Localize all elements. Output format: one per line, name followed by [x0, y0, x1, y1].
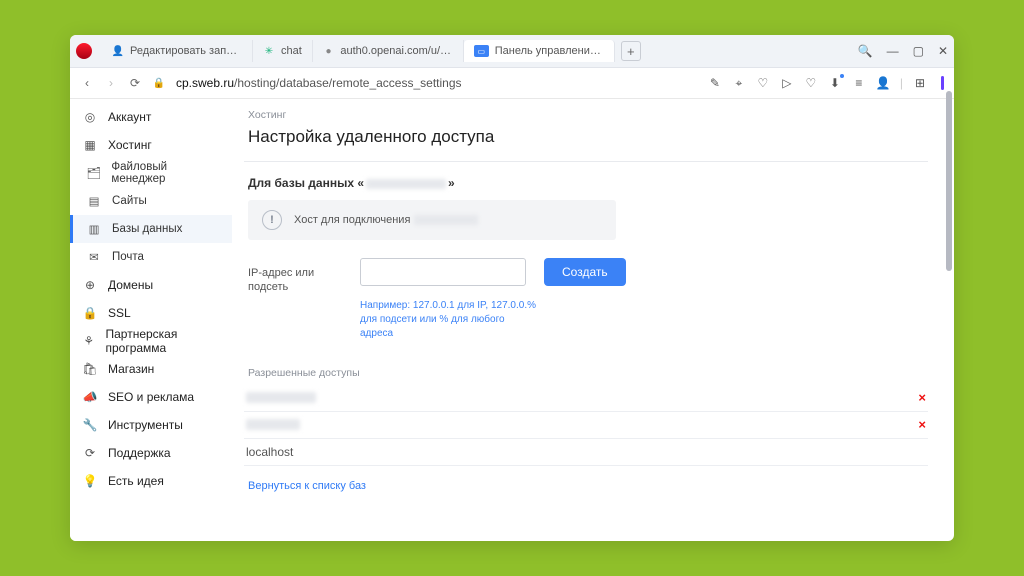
nav-ssl[interactable]: 🔒SSL — [70, 299, 232, 327]
opera-logo-icon — [76, 43, 92, 59]
nav-account[interactable]: ◎Аккаунт — [70, 103, 232, 131]
nav-hosting[interactable]: ▦Хостинг — [70, 131, 232, 159]
close-button[interactable]: ✕ — [938, 44, 948, 58]
edit-icon[interactable]: ✎ — [708, 76, 722, 90]
address-bar: ‹ › ⟳ 🔒 cp.sweb.ru/hosting/database/remo… — [70, 68, 954, 99]
connection-host-callout: ! Хост для подключения — [248, 200, 616, 240]
cube-icon[interactable]: ⊞ — [913, 76, 927, 90]
access-row: localhost — [244, 439, 928, 466]
ip-form: IP-адрес или подсеть Создать — [248, 258, 928, 295]
tab-0[interactable]: 👤 Редактировать запись — [102, 40, 253, 62]
toolbar-icons: ✎ ⌖ ♡ ▷ ♡ ⬇ ≡ 👤 | ⊞ — [708, 76, 944, 91]
wrench-icon: 🔧 — [82, 417, 98, 433]
lock-icon: 🔒 — [152, 78, 166, 89]
play-icon[interactable]: ▷ — [780, 76, 794, 90]
profile-icon[interactable]: 👤 — [876, 76, 890, 90]
box-icon: ▦ — [82, 137, 98, 153]
favicon-icon: ▭ — [474, 45, 489, 57]
accent-pill-icon — [941, 76, 944, 90]
delete-button[interactable]: × — [918, 390, 926, 405]
callout-text: Хост для подключения — [294, 214, 478, 226]
folder-icon: 🗂 — [86, 165, 101, 181]
nav-sites[interactable]: ▤Сайты — [70, 187, 232, 215]
minimize-button[interactable]: — — [887, 44, 899, 58]
database-icon: ▥ — [86, 221, 102, 237]
bag-icon: 🛍 — [82, 361, 98, 377]
heart-icon[interactable]: ♡ — [804, 76, 818, 90]
breadcrumb[interactable]: Хостинг — [248, 109, 928, 121]
ip-hint: Например: 127.0.0.1 для IP, 127.0.0.% дл… — [360, 299, 540, 341]
favicon-icon: ● — [323, 45, 335, 57]
sidebar: ◎Аккаунт ▦Хостинг 🗂Файловый менеджер ▤Са… — [70, 99, 232, 541]
back-button[interactable]: ‹ — [80, 76, 94, 90]
redacted-ip — [246, 419, 300, 430]
url-field[interactable]: cp.sweb.ru/hosting/database/remote_acces… — [176, 76, 698, 90]
new-tab-button[interactable]: + — [621, 41, 641, 61]
capture-icon[interactable]: ⌖ — [732, 76, 746, 91]
ip-input[interactable] — [360, 258, 526, 286]
nav-seo[interactable]: 📣SEO и реклама — [70, 383, 232, 411]
tab-1[interactable]: ✳ chat — [253, 40, 313, 62]
back-to-list-link[interactable]: Вернуться к списку баз — [248, 480, 366, 492]
nav-store[interactable]: 🛍Магазин — [70, 355, 232, 383]
delete-button[interactable]: × — [918, 417, 926, 432]
scrollbar-thumb[interactable] — [946, 91, 952, 271]
ip-label: IP-адрес или подсеть — [248, 258, 342, 295]
menu-icon[interactable]: ≡ — [852, 76, 866, 90]
shield-icon[interactable]: ♡ — [756, 76, 770, 90]
redacted-ip — [246, 392, 316, 403]
access-row: × — [244, 385, 928, 412]
window-controls: 🔍 — ▢ ✕ — [858, 44, 948, 58]
globe-icon: ⊕ — [82, 277, 98, 293]
forward-button[interactable]: › — [104, 76, 118, 90]
nav-affiliate[interactable]: ⚘Партнерская программа — [70, 327, 232, 355]
page-title: Настройка удаленного доступа — [248, 127, 928, 147]
access-host: localhost — [246, 445, 293, 459]
tab-2[interactable]: ● auth0.openai.com/u/logi — [313, 40, 464, 62]
layout-icon: ▤ — [86, 193, 102, 209]
nav-idea[interactable]: 💡Есть идея — [70, 467, 232, 495]
download-icon[interactable]: ⬇ — [828, 76, 842, 90]
tab-3[interactable]: ▭ Панель управления VH — [464, 40, 615, 62]
nav-domains[interactable]: ⊕Домены — [70, 271, 232, 299]
nav-tools[interactable]: 🔧Инструменты — [70, 411, 232, 439]
nav-databases[interactable]: ▥Базы данных — [70, 215, 232, 243]
nav-mail[interactable]: ✉Почта — [70, 243, 232, 271]
lock-icon: 🔒 — [82, 305, 98, 321]
user-icon: ◎ — [82, 109, 98, 125]
divider — [244, 161, 928, 162]
maximize-button[interactable]: ▢ — [913, 44, 924, 58]
browser-window: 👤 Редактировать запись ✳ chat ● auth0.op… — [70, 35, 954, 541]
allowed-access-label: Разрешенные доступы — [248, 367, 928, 379]
access-row: × — [244, 412, 928, 439]
info-icon: ! — [262, 210, 282, 230]
tab-label: Панель управления VH — [495, 45, 604, 57]
tab-strip: 👤 Редактировать запись ✳ chat ● auth0.op… — [70, 35, 954, 68]
tab-label: auth0.openai.com/u/logi — [340, 45, 452, 57]
nav-support[interactable]: ⟳Поддержка — [70, 439, 232, 467]
bulb-icon: 💡 — [82, 473, 98, 489]
nav-file-manager[interactable]: 🗂Файловый менеджер — [70, 159, 232, 187]
redacted-host — [414, 215, 478, 225]
mail-icon: ✉ — [86, 249, 102, 265]
favicon-icon: ✳ — [263, 45, 275, 57]
database-label: Для базы данных «» — [248, 176, 928, 190]
page-body: ◎Аккаунт ▦Хостинг 🗂Файловый менеджер ▤Са… — [70, 99, 954, 541]
refresh-icon: ⟳ — [82, 445, 98, 461]
reload-button[interactable]: ⟳ — [128, 76, 142, 90]
flower-icon: ⚘ — [82, 333, 95, 349]
create-button[interactable]: Создать — [544, 258, 626, 286]
megaphone-icon: 📣 — [82, 389, 98, 405]
tab-label: Редактировать запись — [130, 45, 242, 57]
search-icon[interactable]: 🔍 — [858, 44, 873, 58]
redacted-db-name — [366, 179, 446, 189]
tab-label: chat — [281, 45, 302, 57]
main-content: Хостинг Настройка удаленного доступа Для… — [232, 99, 954, 541]
favicon-icon: 👤 — [112, 45, 124, 57]
